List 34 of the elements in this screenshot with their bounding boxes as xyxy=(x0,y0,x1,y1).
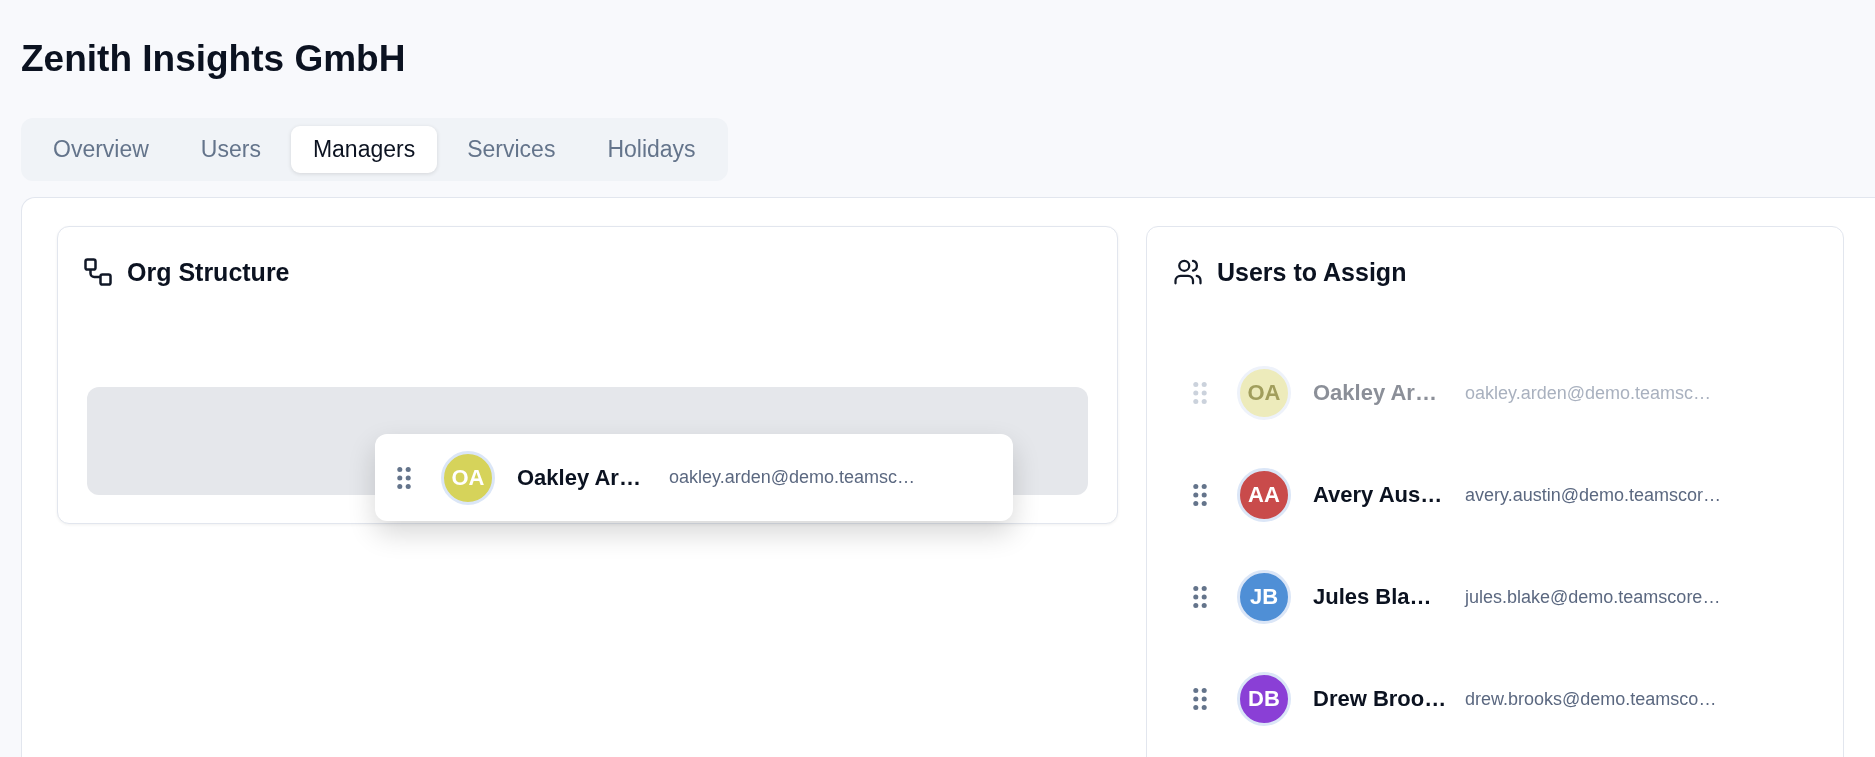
drag-handle-icon[interactable] xyxy=(1193,585,1207,609)
avatar: OA xyxy=(1237,366,1291,420)
user-row[interactable]: DB Drew Broo… drew.brooks@demo.teamsco… xyxy=(1177,648,1813,750)
drag-handle-icon[interactable] xyxy=(397,465,411,490)
tab[interactable]: Users xyxy=(178,126,283,173)
tab[interactable]: Overview xyxy=(31,126,171,173)
drag-handle-icon[interactable] xyxy=(1193,483,1207,507)
user-name: Oakley Ar… xyxy=(1313,380,1438,406)
tab[interactable]: Holidays xyxy=(585,126,718,173)
user-email: oakley.arden@demo.teamsc… xyxy=(669,467,916,488)
tab[interactable]: Services xyxy=(445,126,578,173)
tab[interactable]: Managers xyxy=(290,126,438,173)
avatar: JB xyxy=(1237,570,1291,624)
avatar: AA xyxy=(1237,468,1291,522)
user-email: avery.austin@demo.teamscor… xyxy=(1465,484,1722,506)
users-icon xyxy=(1173,257,1203,287)
user-name: Avery Aus… xyxy=(1313,482,1443,508)
user-name: Oakley Ar… xyxy=(517,464,642,491)
avatar: DB xyxy=(1237,672,1291,726)
user-name: Jules Bla… xyxy=(1313,584,1433,610)
dragged-user-card[interactable]: OA Oakley Ar… oakley.arden@demo.teamsc… xyxy=(375,434,1013,521)
drag-handle-icon[interactable] xyxy=(1193,381,1207,405)
user-email: drew.brooks@demo.teamsco… xyxy=(1465,688,1717,710)
card-title: Org Structure xyxy=(127,257,290,287)
user-row[interactable]: AA Avery Aus… avery.austin@demo.teamscor… xyxy=(1177,444,1813,546)
user-row[interactable]: JB Jules Bla… jules.blake@demo.teamscore… xyxy=(1177,546,1813,648)
user-email: oakley.arden@demo.teamsc… xyxy=(1465,382,1712,404)
card-title: Users to Assign xyxy=(1217,257,1407,287)
user-name: Drew Broo… xyxy=(1313,686,1443,712)
user-email: jules.blake@demo.teamscore… xyxy=(1465,586,1721,608)
avatar: OA xyxy=(441,450,495,505)
hierarchy-icon xyxy=(83,257,113,287)
drag-handle-icon[interactable] xyxy=(1193,687,1207,711)
page-title: Zenith Insights GmbH xyxy=(21,37,407,80)
